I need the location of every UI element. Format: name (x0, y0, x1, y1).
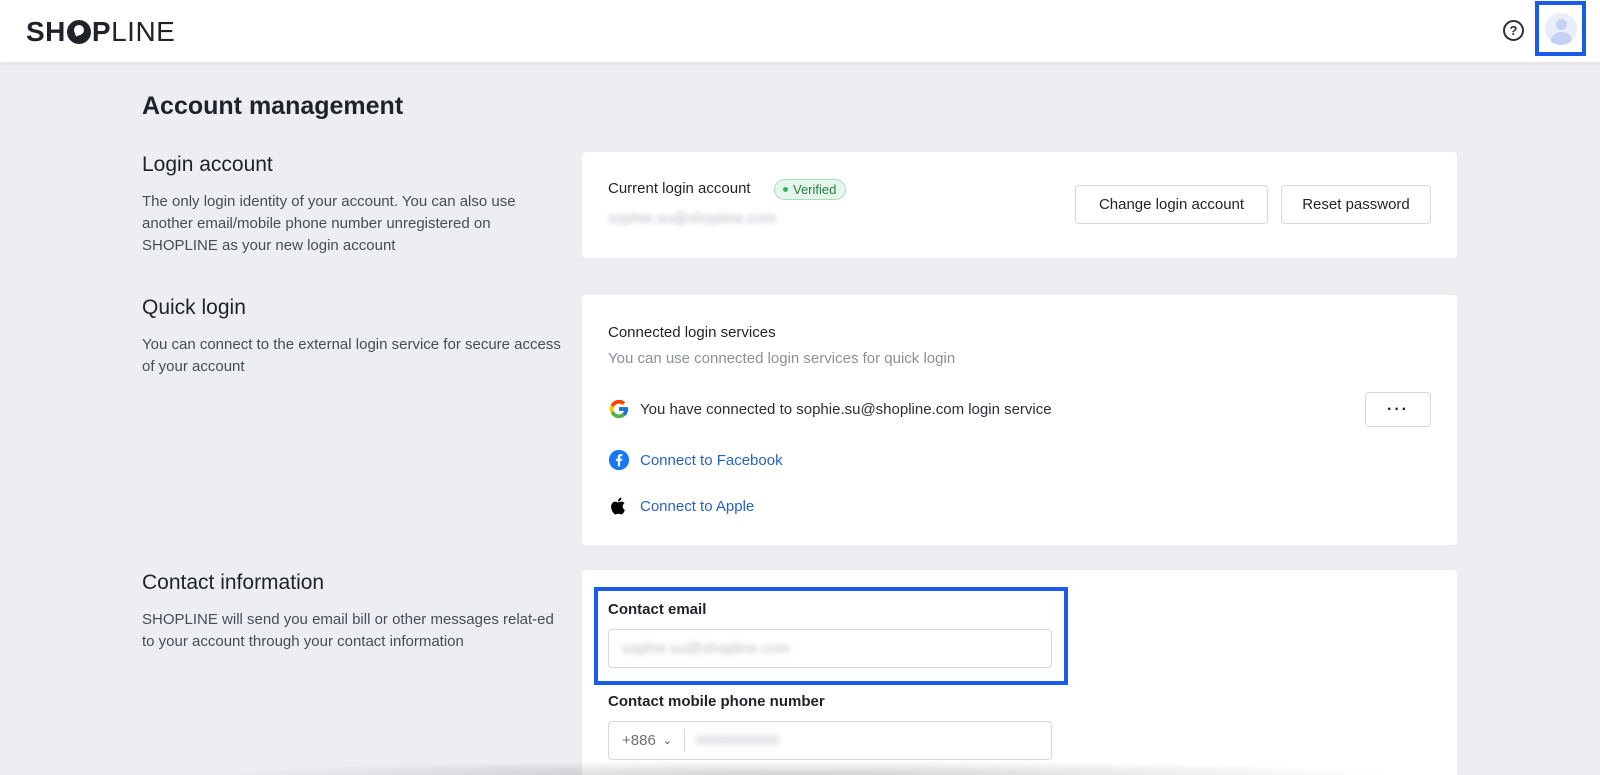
quick-login-description: You can connect to the external login se… (142, 336, 561, 375)
logo-text-mid: P (91, 16, 112, 47)
more-options-icon: ··· (1387, 400, 1409, 418)
apple-icon (608, 495, 630, 517)
google-icon (608, 398, 630, 420)
change-login-account-label: Change login account (1098, 196, 1245, 213)
quick-login-card: Connected login services You can use con… (582, 295, 1457, 545)
connected-services-subtitle: You can use connected login services for… (608, 350, 956, 367)
phone-country-code-select[interactable]: +886 ⌄ (622, 729, 686, 752)
connect-facebook-link[interactable]: Connect to Facebook (640, 452, 783, 469)
phone-country-code: +886 (622, 732, 656, 749)
verified-badge: Verified (774, 179, 847, 200)
more-options-button[interactable]: ··· (1365, 392, 1431, 427)
verified-dot-icon (783, 187, 788, 192)
shopline-logo[interactable]: SH P LINE (26, 16, 176, 47)
page-title: Account management (142, 92, 404, 120)
login-email-masked: sophie.su@shopline.com (608, 210, 776, 227)
logo-text-left: SH (26, 16, 66, 47)
change-login-account-button[interactable]: Change login account (1075, 185, 1268, 224)
verified-badge-label: Verified (793, 182, 837, 197)
contact-email-value: sophie.su@shopline.com (622, 640, 790, 657)
bottom-shadow (200, 760, 1400, 775)
quick-login-title: Quick login (142, 296, 246, 319)
reset-password-label: Reset password (1302, 196, 1410, 213)
help-icon[interactable]: ? (1503, 20, 1524, 41)
top-bar: SH P LINE ? (0, 0, 1600, 63)
chevron-down-icon: ⌄ (662, 735, 673, 747)
google-connected-row: You have connected to sophie.su@shopline… (608, 398, 1052, 420)
contact-info-card: Contact email sophie.su@shopline.com Con… (582, 570, 1457, 775)
contact-email-label: Contact email (608, 601, 707, 618)
contact-phone-field[interactable]: +886 ⌄ 0000000000 (608, 721, 1052, 760)
contact-info-title: Contact information (142, 571, 325, 594)
logo-mark-icon (66, 20, 91, 44)
login-account-card: Current login account Verified sophie.su… (582, 152, 1457, 258)
apple-row[interactable]: Connect to Apple (608, 495, 754, 517)
contact-email-field[interactable]: sophie.su@shopline.com (608, 629, 1052, 668)
help-icon-glyph: ? (1509, 23, 1518, 38)
google-connected-text: You have connected to sophie.su@shopline… (640, 400, 1052, 418)
login-account-title: Login account (142, 153, 273, 176)
contact-info-description: SHOPLINE will send you email bill or oth… (142, 611, 554, 650)
avatar-icon (1544, 12, 1577, 45)
connect-apple-link[interactable]: Connect to Apple (640, 498, 754, 515)
login-account-description: The only login identity of your account.… (142, 193, 516, 254)
facebook-row[interactable]: Connect to Facebook (608, 449, 783, 471)
logo-text-right: LINE (111, 16, 176, 47)
reset-password-button[interactable]: Reset password (1281, 185, 1431, 224)
current-login-label: Current login account (608, 180, 751, 197)
contact-phone-value: 0000000000 (696, 732, 780, 749)
contact-phone-label: Contact mobile phone number (608, 693, 825, 710)
user-avatar-button[interactable] (1535, 1, 1586, 56)
connected-services-title: Connected login services (608, 324, 776, 341)
facebook-icon (608, 449, 630, 471)
